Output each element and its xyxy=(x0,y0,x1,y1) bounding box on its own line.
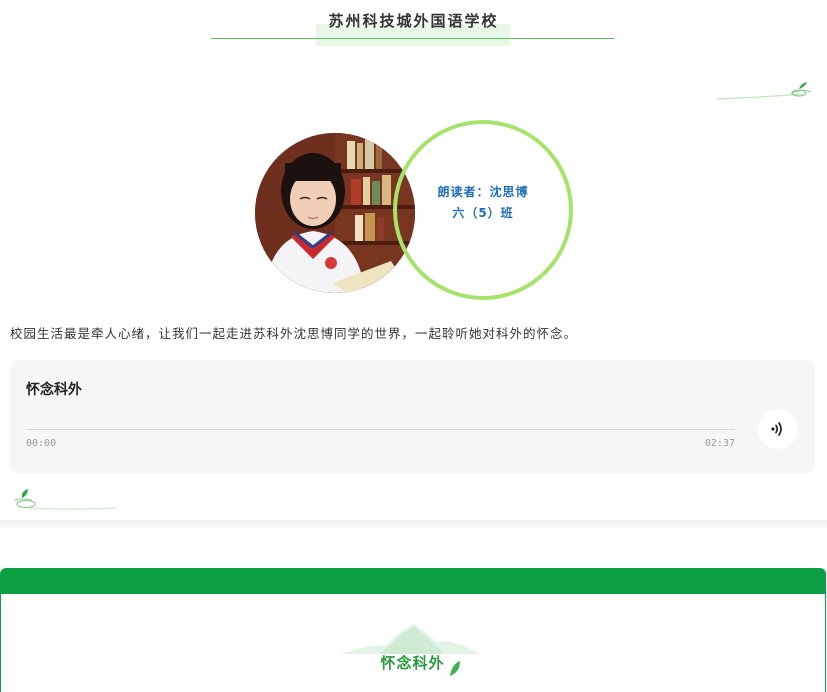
reader-name: 朗读者：沈思博 xyxy=(437,185,529,199)
play-button[interactable] xyxy=(758,409,798,449)
header: 苏州科技城外国语学校 xyxy=(0,0,827,60)
sound-wave-icon xyxy=(771,422,782,436)
audio-title: 怀念科外 xyxy=(26,382,82,398)
reader-photo-image xyxy=(255,133,415,293)
leaf-swoosh-icon xyxy=(716,82,812,100)
reader-info: 朗读者：沈思博 六（5）班 xyxy=(397,182,569,224)
audio-progress-bar[interactable] xyxy=(26,429,735,430)
reader-class: 六（5）班 xyxy=(452,206,514,220)
section-header-bar xyxy=(0,568,826,596)
header-divider xyxy=(211,38,614,39)
audio-total-time: 02:37 xyxy=(704,438,735,449)
audio-player: 怀念科外 00:00 02:37 xyxy=(10,360,815,473)
audio-current-time: 00:00 xyxy=(26,438,57,449)
school-name: 苏州科技城外国语学校 xyxy=(328,12,499,30)
card-shadow xyxy=(0,520,827,530)
article-page: 苏州科技城外国语学校 朗读者：沈思博 六（5）班 校园生活最是牵人心绪，让我们一… xyxy=(0,0,827,692)
intro-text: 校园生活最是牵人心绪，让我们一起走进苏科外沈思博同学的世界，一起聆听她对科外的怀… xyxy=(10,326,578,341)
leaf-icon xyxy=(450,661,460,676)
leaf-swoosh-icon xyxy=(13,489,117,510)
reader-photo xyxy=(255,133,415,293)
